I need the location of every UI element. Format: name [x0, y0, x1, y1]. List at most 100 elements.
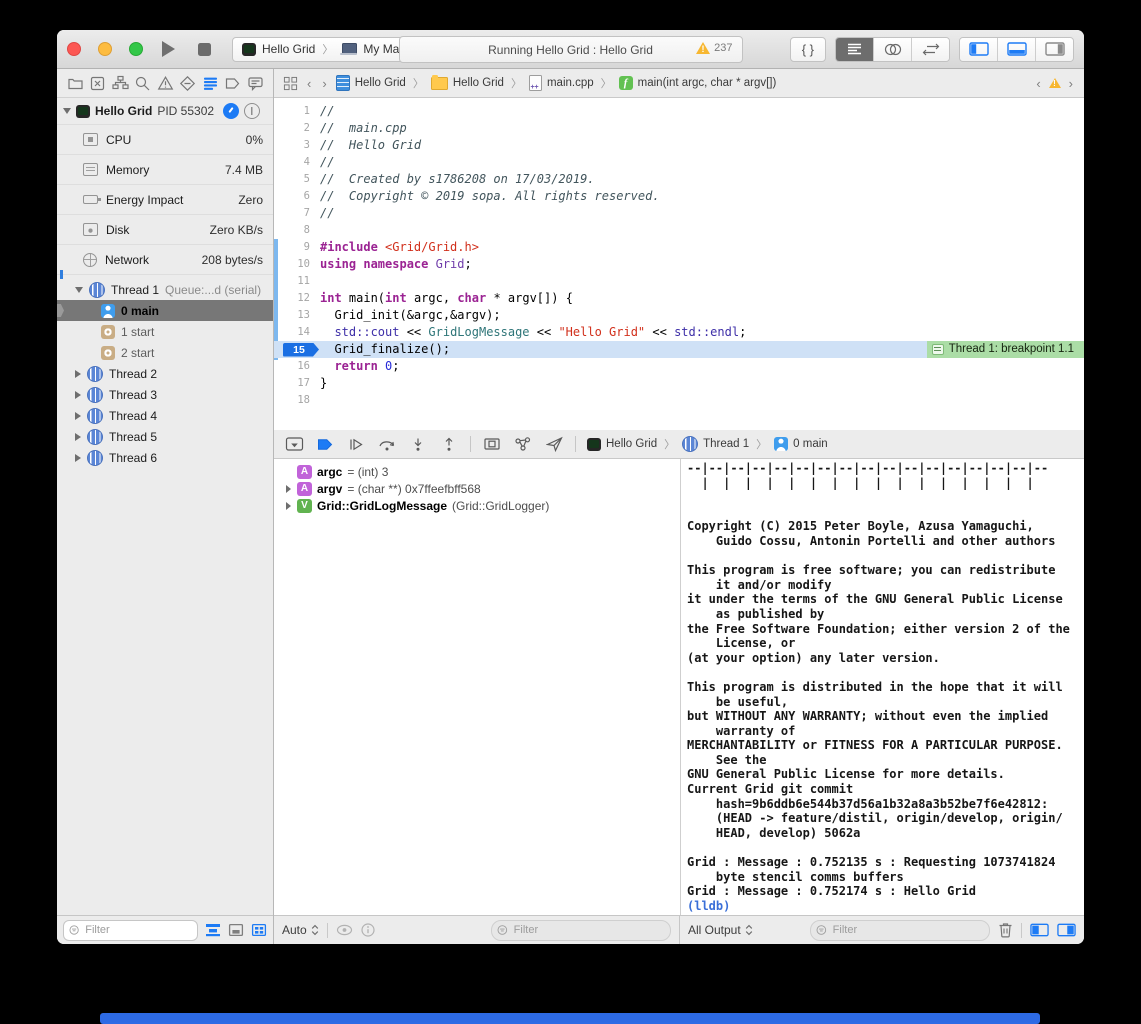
continue-button[interactable] [346, 434, 366, 454]
gauge-view-icon[interactable] [223, 103, 239, 119]
code-line[interactable]: 12int main(int argc, char * argv[]) { [274, 290, 1084, 307]
disclosure-closed-icon[interactable] [75, 391, 81, 399]
console-filter-field[interactable] [810, 920, 990, 941]
view-mode-button[interactable] [251, 923, 267, 937]
disclosure-closed-icon[interactable] [75, 433, 81, 441]
navigator-tab-test[interactable] [178, 73, 198, 93]
disclosure-closed-icon[interactable] [284, 502, 292, 510]
code-line[interactable]: 8 [274, 222, 1084, 239]
sidebar-gauge-memory[interactable]: Memory7.4 MB [57, 155, 273, 185]
breadcrumb-item[interactable]: fmain(int argc, char * argv[]) [619, 76, 777, 90]
step-over-button[interactable] [377, 434, 397, 454]
clear-console-trash-button[interactable] [998, 922, 1013, 938]
code-line[interactable]: 7// [274, 205, 1084, 222]
toggle-variables-view-button[interactable] [1030, 923, 1049, 937]
navigator-filter-input[interactable] [83, 923, 192, 937]
code-line[interactable]: 17} [274, 375, 1084, 392]
disclosure-closed-icon[interactable] [75, 370, 81, 378]
code-line[interactable]: 4// [274, 154, 1084, 171]
variable-row[interactable]: Aargc= (int) 3 [274, 463, 680, 480]
toggle-debug-panel-button[interactable] [997, 38, 1035, 61]
hide-debug-area-button[interactable] [284, 434, 304, 454]
previous-issue-button[interactable]: ‹ [1034, 76, 1042, 91]
next-issue-button[interactable]: › [1067, 76, 1075, 91]
minimize-window-button[interactable] [98, 42, 112, 56]
code-line[interactable]: 6// Copyright © 2019 sopa. All rights re… [274, 188, 1084, 205]
step-out-button[interactable] [439, 434, 459, 454]
variable-row[interactable]: VGrid::GridLogMessage(Grid::GridLogger) [274, 497, 680, 514]
forward-button[interactable]: › [320, 76, 328, 91]
disclosure-closed-icon[interactable] [75, 412, 81, 420]
library-button[interactable]: { } [790, 37, 826, 62]
source-editor[interactable]: 1//2// main.cpp3// Hello Grid4//5// Crea… [274, 98, 1084, 430]
quicklook-eye-icon[interactable] [336, 924, 353, 936]
thread-row[interactable]: Thread 2 [57, 363, 273, 384]
navigator-tab-find[interactable] [133, 73, 153, 93]
thread-row[interactable]: Thread 6 [57, 447, 273, 468]
back-button[interactable]: ‹ [305, 76, 313, 91]
assistant-editor-button[interactable] [873, 38, 911, 61]
variables-filter-field[interactable] [491, 920, 671, 941]
variable-row[interactable]: Aargv= (char **) 0x7ffeefbff568 [274, 480, 680, 497]
breakpoint-annotation[interactable]: Thread 1: breakpoint 1.1 [927, 341, 1084, 358]
disclosure-open-icon[interactable] [75, 287, 83, 293]
navigator-tab-source-control[interactable] [88, 73, 108, 93]
code-line-breakpoint[interactable]: 15 Grid_finalize();Thread 1: breakpoint … [274, 341, 1084, 358]
memory-debug-icon[interactable] [244, 103, 260, 119]
warning-icon[interactable] [1049, 78, 1061, 88]
sidebar-gauge-disk[interactable]: DiskZero KB/s [57, 215, 273, 245]
disclosure-closed-icon[interactable] [286, 502, 291, 510]
breakpoints-enabled-button[interactable] [315, 434, 335, 454]
memory-graph-button[interactable] [513, 434, 533, 454]
code-line[interactable]: 18 [274, 392, 1084, 409]
view-hierarchy-button[interactable] [482, 434, 502, 454]
disclosure-closed-icon[interactable] [284, 485, 292, 493]
navigator-tab-project[interactable] [65, 73, 85, 93]
debug-breadcrumb-item[interactable]: 0 main [774, 437, 828, 451]
code-line[interactable]: 14 std::cout << GridLogMessage << "Hello… [274, 324, 1084, 341]
breadcrumb-item[interactable]: Hello Grid [336, 75, 406, 91]
navigator-tab-report[interactable] [245, 73, 265, 93]
code-line[interactable]: 11 [274, 273, 1084, 290]
debug-breadcrumb-item[interactable]: Thread 1 [682, 436, 749, 452]
navigator-filter-field[interactable] [63, 920, 198, 941]
toggle-navigator-panel-button[interactable] [960, 38, 997, 61]
navigator-tab-breakpoint[interactable] [223, 73, 243, 93]
code-line[interactable]: 3// Hello Grid [274, 137, 1084, 154]
process-row[interactable]: Hello Grid PID 55302 [57, 98, 273, 124]
zoom-window-button[interactable] [129, 42, 143, 56]
standard-editor-button[interactable] [836, 38, 873, 61]
console-filter-input[interactable] [831, 923, 984, 937]
stack-frame-row[interactable]: 2 start [57, 342, 273, 363]
variables-view[interactable]: Aargc= (int) 3Aargv= (char **) 0x7ffeefb… [274, 459, 681, 915]
simulate-location-button[interactable] [544, 434, 564, 454]
show-running-blocks-button[interactable] [205, 923, 221, 937]
disclosure-closed-icon[interactable] [75, 454, 81, 462]
variables-filter-input[interactable] [512, 923, 665, 937]
version-editor-button[interactable] [911, 38, 949, 61]
toggle-console-view-button[interactable] [1057, 923, 1076, 937]
thread-row[interactable]: Thread 1Queue:...d (serial) [57, 279, 273, 300]
step-into-button[interactable] [408, 434, 428, 454]
navigator-tab-symbol[interactable] [110, 73, 130, 93]
code-line[interactable]: 5// Created by s1786208 on 17/03/2019. [274, 171, 1084, 188]
code-line[interactable]: 16 return 0; [274, 358, 1084, 375]
thread-row[interactable]: Thread 4 [57, 405, 273, 426]
console[interactable]: --|--|--|--|--|--|--|--|--|--|--|--|--|-… [681, 459, 1084, 915]
scheme-selector[interactable]: Hello Grid 〉 My Mac [232, 37, 415, 62]
variables-scope-popup[interactable]: Auto [282, 923, 319, 937]
navigator-tab-debug[interactable] [200, 73, 220, 93]
disclosure-open-icon[interactable] [63, 108, 71, 114]
thread-row[interactable]: Thread 5 [57, 426, 273, 447]
related-items-icon[interactable] [283, 76, 298, 91]
info-icon[interactable] [361, 923, 375, 937]
breadcrumb-item[interactable]: Hello Grid [431, 77, 504, 90]
stack-frame-row[interactable]: 0 main [57, 300, 273, 321]
code-line[interactable]: 13 Grid_init(&argc,&argv); [274, 307, 1084, 324]
toggle-inspector-panel-button[interactable] [1035, 38, 1073, 61]
sidebar-gauge-network[interactable]: Network208 bytes/s [57, 245, 273, 275]
code-line[interactable]: 1// [274, 103, 1084, 120]
close-window-button[interactable] [67, 42, 81, 56]
code-line[interactable]: 2// main.cpp [274, 120, 1084, 137]
console-scope-popup[interactable]: All Output [688, 923, 753, 937]
